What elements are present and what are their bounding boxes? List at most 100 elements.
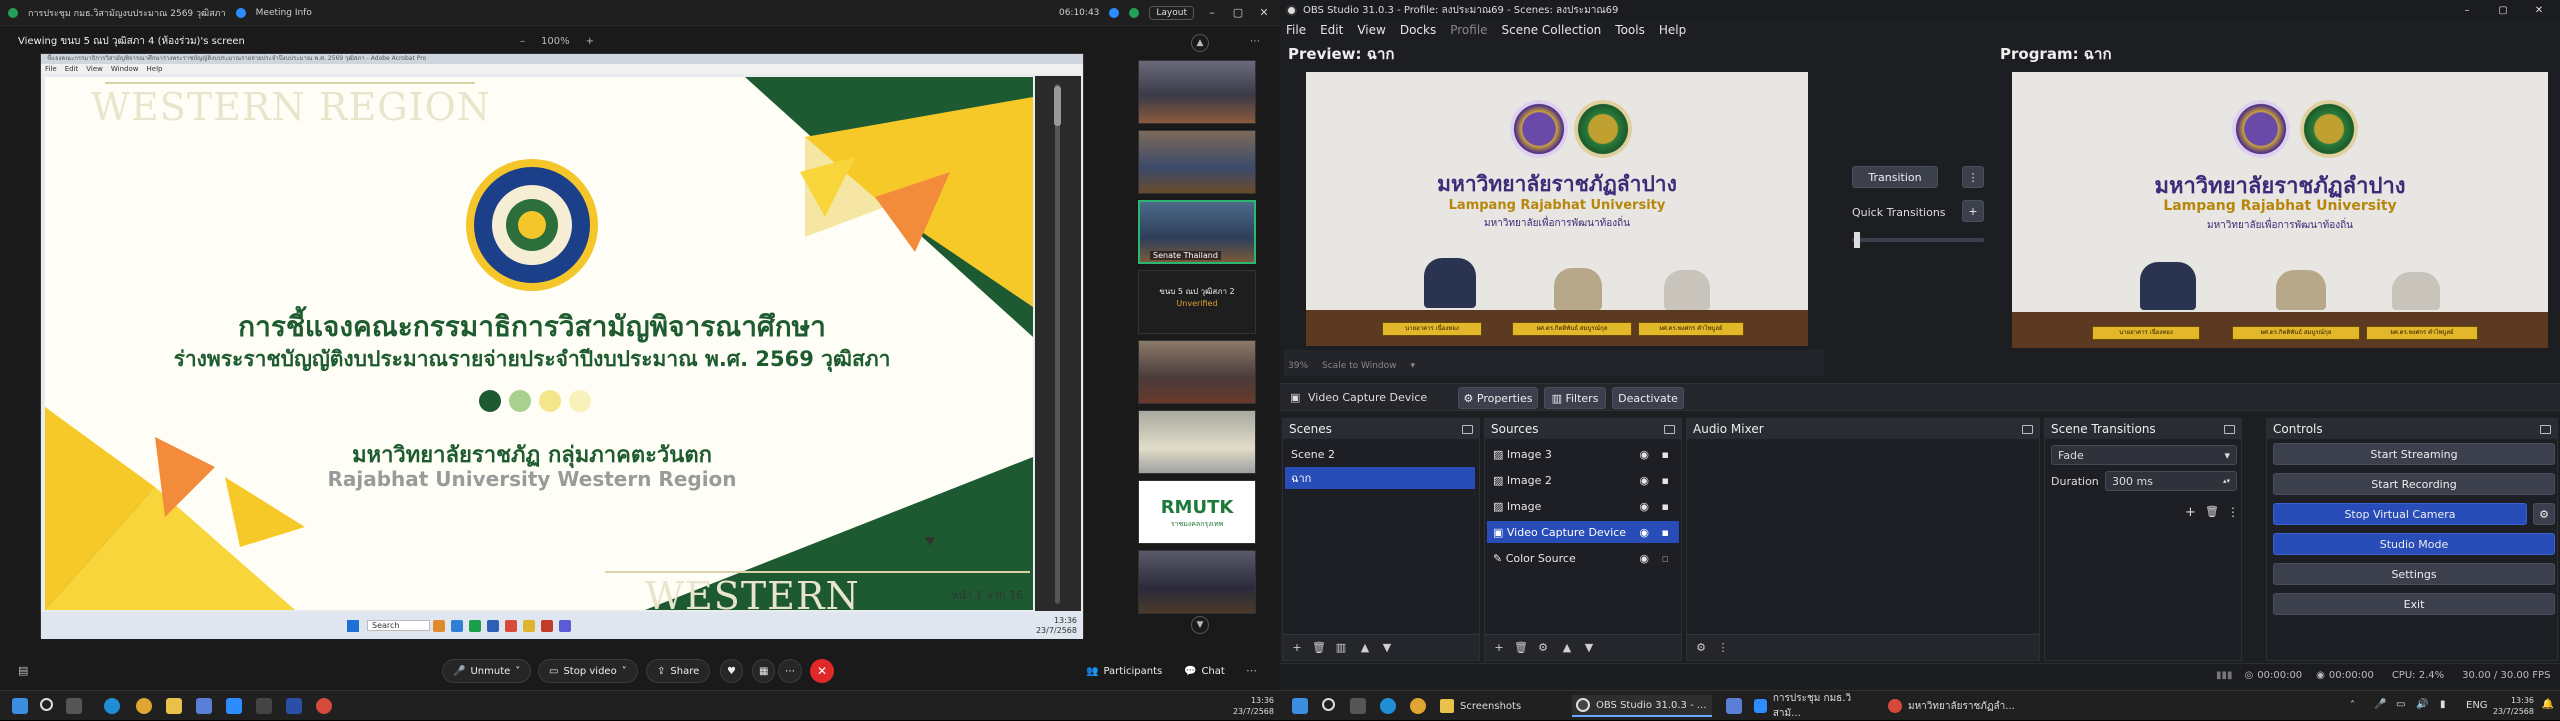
participant-tile[interactable] bbox=[1138, 60, 1256, 124]
tray-chevron-icon[interactable]: ˄ bbox=[2350, 700, 2355, 711]
start-streaming-button[interactable]: Start Streaming bbox=[2273, 443, 2555, 465]
source-item-selected[interactable]: ▣ Video Capture Device ◉ ▪ bbox=[1487, 521, 1679, 543]
chrome-icon[interactable] bbox=[1410, 698, 1426, 714]
start-icon[interactable] bbox=[1292, 698, 1308, 714]
chrome-icon[interactable] bbox=[136, 698, 152, 714]
gallery-down-icon[interactable]: ▼ bbox=[1191, 616, 1209, 634]
menu-tools[interactable]: Tools bbox=[1615, 23, 1645, 37]
menu-file[interactable]: File bbox=[1286, 23, 1306, 37]
stop-video-button[interactable]: ▭ Stop video ˅ bbox=[538, 659, 638, 683]
language-indicator[interactable]: ENG bbox=[2466, 700, 2488, 711]
apps-button[interactable]: ▦ bbox=[752, 659, 776, 683]
taskbar-app-zoom[interactable]: การประชุม กมธ.วิสามั... bbox=[1750, 693, 1874, 719]
minimize-icon[interactable]: – bbox=[2452, 5, 2482, 16]
edge-icon[interactable] bbox=[104, 698, 120, 714]
menu-edit[interactable]: Edit bbox=[65, 65, 79, 73]
menu-view[interactable]: View bbox=[1357, 23, 1385, 37]
add-icon[interactable]: + bbox=[1289, 640, 1305, 656]
undock-icon[interactable] bbox=[2022, 424, 2033, 434]
encryption-icon[interactable] bbox=[1129, 7, 1140, 18]
network-icon[interactable]: ▭ bbox=[2396, 699, 2405, 710]
clock[interactable]: 13:36 23/7/2568 bbox=[2493, 695, 2534, 717]
transition-menu-icon[interactable]: ⋮ bbox=[2227, 505, 2239, 519]
move-up-icon[interactable]: ▲ bbox=[1559, 640, 1575, 656]
unlock-icon[interactable]: ▫ bbox=[1662, 552, 1669, 565]
maximize-icon[interactable]: ▢ bbox=[1230, 6, 1246, 19]
mixer-menu-icon[interactable]: ⋮ bbox=[1715, 640, 1731, 656]
reactions-button[interactable]: ♥ bbox=[720, 659, 743, 683]
menu-file[interactable]: File bbox=[45, 65, 57, 73]
undock-icon[interactable] bbox=[1664, 424, 1675, 434]
mic-icon[interactable]: 🎤 bbox=[2374, 699, 2386, 710]
info-icon[interactable] bbox=[235, 7, 246, 18]
transition-slider[interactable] bbox=[1852, 238, 1984, 242]
start-icon[interactable] bbox=[12, 698, 28, 714]
menu-edit[interactable]: Edit bbox=[1320, 23, 1343, 37]
participant-tile-rmutk[interactable]: RMUTK ราชมงคลกรุงเทพ bbox=[1138, 480, 1256, 544]
move-down-icon[interactable]: ▼ bbox=[1581, 640, 1597, 656]
preview-canvas[interactable]: มหาวิทยาลัยราชภัฏลำปาง Lampang Rajabhat … bbox=[1306, 72, 1808, 346]
virtual-camera-settings-icon[interactable]: ⚙ bbox=[2533, 503, 2555, 525]
zoom-icon[interactable] bbox=[226, 698, 242, 714]
volume-icon[interactable]: 🔊 bbox=[2416, 699, 2428, 710]
lock-icon[interactable]: ▪ bbox=[1662, 448, 1669, 461]
studio-mode-button[interactable]: Studio Mode bbox=[2273, 533, 2555, 555]
taskbar-app-obs[interactable]: OBS Studio 31.0.3 - ... bbox=[1572, 695, 1712, 717]
captions-icon[interactable]: ▤ bbox=[18, 664, 28, 677]
menu-scene-collection[interactable]: Scene Collection bbox=[1502, 23, 1602, 37]
participant-tile[interactable] bbox=[1138, 130, 1256, 194]
menu-help[interactable]: Help bbox=[147, 65, 163, 73]
chrome-icon[interactable] bbox=[316, 698, 332, 714]
more-button[interactable]: ⋯ bbox=[778, 659, 802, 683]
share-button[interactable]: ⇪ Share bbox=[646, 659, 711, 683]
menu-docks[interactable]: Docks bbox=[1400, 23, 1436, 37]
obs-icon[interactable] bbox=[256, 698, 272, 714]
move-down-icon[interactable]: ▼ bbox=[1379, 640, 1395, 656]
scene-item-selected[interactable]: ฉาก bbox=[1285, 467, 1475, 489]
preview-scale[interactable]: 39% Scale to Window ▾ bbox=[1288, 361, 1415, 371]
eye-icon[interactable]: ◉ bbox=[1639, 526, 1649, 539]
zoom-percent[interactable]: 100% bbox=[541, 36, 570, 47]
trash-icon[interactable]: 🗑 bbox=[1311, 640, 1327, 656]
app-icon[interactable] bbox=[1726, 698, 1742, 714]
stepper-icon[interactable]: ▴▾ bbox=[2223, 477, 2230, 485]
gear-icon[interactable]: ⚙ bbox=[1535, 640, 1551, 656]
notification-icon[interactable]: 🔔 bbox=[2542, 699, 2554, 710]
transition-menu-icon[interactable]: ⋮ bbox=[1962, 166, 1984, 188]
undock-icon[interactable] bbox=[2224, 424, 2235, 434]
taskbar-app-chrome[interactable]: มหาวิทยาลัยราชภัฏลำ... bbox=[1884, 695, 2024, 717]
participant-tile-senate[interactable]: Senate Thailand bbox=[1138, 200, 1256, 264]
undock-icon[interactable] bbox=[1462, 424, 1473, 434]
participants-button[interactable]: 👥 Participants bbox=[1076, 659, 1172, 683]
minimize-icon[interactable]: – bbox=[1204, 6, 1220, 19]
stop-virtual-camera-button[interactable]: Stop Virtual Camera bbox=[2273, 503, 2527, 525]
move-up-icon[interactable]: ▲ bbox=[1357, 640, 1373, 656]
eye-icon[interactable]: ◉ bbox=[1639, 448, 1649, 461]
transition-type-select[interactable]: Fade ▾ bbox=[2051, 445, 2237, 465]
eye-icon[interactable]: ◉ bbox=[1639, 500, 1649, 513]
maximize-icon[interactable]: ▢ bbox=[2488, 5, 2518, 16]
lock-icon[interactable]: ▪ bbox=[1662, 526, 1669, 539]
participant-tile[interactable] bbox=[1138, 410, 1256, 474]
trash-icon[interactable]: 🗑 bbox=[1513, 640, 1529, 656]
participant-tile-name-only[interactable]: ขนบ 5 ณป วุฒิสภา 2 Unverified bbox=[1138, 270, 1256, 334]
properties-button[interactable]: ⚙ Properties bbox=[1458, 387, 1538, 409]
app-icon[interactable] bbox=[196, 698, 212, 714]
duration-input[interactable]: 300 ms ▴▾ bbox=[2105, 471, 2237, 491]
advanced-audio-icon[interactable]: ⚙ bbox=[1693, 640, 1709, 656]
slide-scrollbar[interactable] bbox=[1035, 76, 1081, 611]
participant-tile[interactable] bbox=[1138, 340, 1256, 404]
add-transition-icon[interactable]: + bbox=[2185, 505, 2196, 520]
undock-icon[interactable] bbox=[2540, 424, 2551, 434]
source-item[interactable]: ▨ Image ◉ ▪ bbox=[1487, 495, 1679, 517]
edge-icon[interactable] bbox=[1380, 698, 1396, 714]
search-icon[interactable] bbox=[1322, 698, 1335, 711]
eye-icon[interactable]: ◉ bbox=[1639, 552, 1649, 565]
close-icon[interactable]: ✕ bbox=[1256, 6, 1272, 19]
zoom-in-icon[interactable]: + bbox=[586, 36, 594, 47]
more-options-icon[interactable]: ⋯ bbox=[1246, 664, 1257, 677]
transition-button[interactable]: Transition bbox=[1852, 166, 1938, 188]
remove-transition-icon[interactable]: 🗑 bbox=[2205, 505, 2219, 518]
source-item[interactable]: ▨ Image 3 ◉ ▪ bbox=[1487, 443, 1679, 465]
filters-button[interactable]: ▥ Filters bbox=[1544, 387, 1606, 409]
